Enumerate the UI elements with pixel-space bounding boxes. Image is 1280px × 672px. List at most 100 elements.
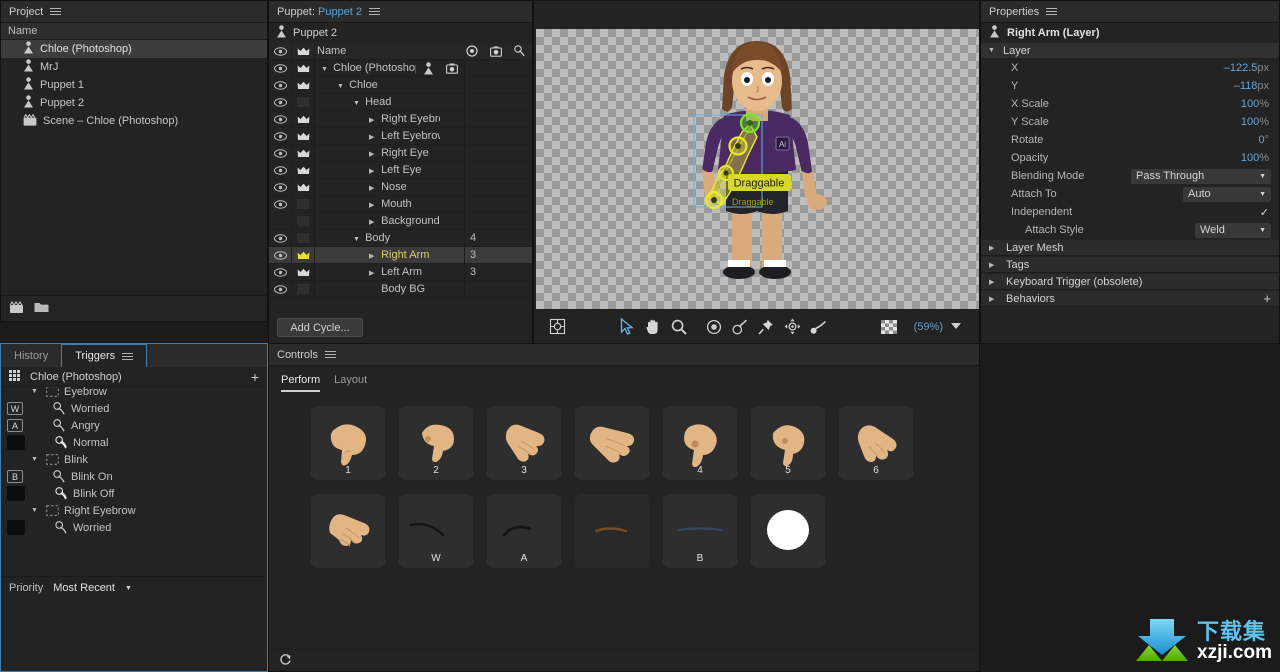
crosshair-icon[interactable] bbox=[460, 45, 484, 57]
triggers-list[interactable]: ▼ Eyebrow W Worried A Angry Normal ▼ Blink B Blink… bbox=[1, 387, 267, 577]
chevron-down-icon[interactable]: ▼ bbox=[31, 388, 40, 395]
properties-section-header[interactable]: ▶ Layer Mesh bbox=[981, 239, 1279, 256]
priority-value[interactable]: Most Recent bbox=[53, 582, 115, 594]
eye-visibility-icon[interactable] bbox=[269, 165, 291, 175]
project-menu-icon[interactable] bbox=[50, 6, 62, 17]
control-tile[interactable] bbox=[575, 406, 649, 480]
chevron-down-icon[interactable]: ▼ bbox=[31, 507, 40, 514]
dragger-tool-icon[interactable] bbox=[779, 315, 805, 339]
eye-visibility-icon[interactable] bbox=[269, 199, 291, 209]
control-tile[interactable]: B bbox=[663, 494, 737, 568]
puppet-tree-row[interactable]: ▶ Left Eyebrow bbox=[269, 128, 532, 145]
puppet-tree-row[interactable]: ▼ Head bbox=[269, 94, 532, 111]
handle-icon[interactable] bbox=[508, 45, 532, 57]
puppet-tree-row[interactable]: ▶ Right Eyebrow bbox=[269, 111, 532, 128]
properties-section-header[interactable]: ▶ Behaviors + bbox=[981, 290, 1279, 307]
eye-visibility-icon[interactable] bbox=[269, 131, 291, 141]
origin-icon[interactable] bbox=[544, 315, 570, 339]
control-tile[interactable]: 4 bbox=[663, 406, 737, 480]
add-cycle-button[interactable]: Add Cycle... bbox=[277, 318, 363, 337]
layer-swatch-icon[interactable] bbox=[291, 230, 315, 246]
trigger-key-badge[interactable]: A bbox=[7, 419, 23, 432]
puppet-root-row[interactable]: Puppet 2 bbox=[269, 23, 532, 43]
crown-icon[interactable] bbox=[291, 247, 315, 263]
trigger-row[interactable]: B Blink On bbox=[1, 468, 267, 485]
properties-section-header[interactable]: ▶ Keyboard Trigger (obsolete) bbox=[981, 273, 1279, 290]
eye-visibility-icon[interactable] bbox=[269, 80, 291, 90]
chevron-down-icon[interactable]: ▼ bbox=[321, 66, 330, 73]
magnifier-zoom-icon[interactable] bbox=[666, 315, 692, 339]
transparency-grid-icon[interactable] bbox=[876, 315, 902, 339]
trigger-key-empty-slot[interactable] bbox=[7, 520, 25, 535]
control-tile[interactable] bbox=[751, 494, 825, 568]
trigger-key-badge[interactable]: W bbox=[7, 402, 23, 415]
control-tile[interactable]: W bbox=[399, 494, 473, 568]
attach-style-select[interactable]: Weld ▼ bbox=[1195, 222, 1271, 238]
layer-swatch-icon[interactable] bbox=[291, 94, 315, 110]
property-value[interactable]: 100% bbox=[1131, 98, 1279, 110]
puppet-tree-row[interactable]: ▶ Background bbox=[269, 213, 532, 230]
chevron-right-icon[interactable]: ▶ bbox=[369, 133, 378, 141]
puppet-tree-row[interactable]: ▼ Chloe bbox=[269, 77, 532, 94]
trigger-row[interactable]: ▼ Eyebrow bbox=[1, 387, 267, 400]
puppet-stage[interactable]: Ai Draggable Draggable bbox=[536, 29, 979, 311]
dangle-tool-icon[interactable] bbox=[727, 315, 753, 339]
property-value[interactable]: 100% bbox=[1131, 116, 1279, 128]
eye-visibility-icon[interactable] bbox=[269, 97, 291, 107]
add-behavior-button[interactable]: + bbox=[1263, 291, 1271, 306]
eye-visibility-icon[interactable] bbox=[269, 284, 291, 294]
eye-visibility-icon[interactable] bbox=[269, 63, 291, 73]
chevron-down-icon[interactable]: ▼ bbox=[353, 236, 362, 243]
crown-icon[interactable] bbox=[291, 77, 315, 93]
sync-refresh-icon[interactable] bbox=[279, 653, 292, 669]
chevron-right-icon[interactable]: ▶ bbox=[369, 218, 378, 226]
control-tile[interactable]: 3 bbox=[487, 406, 561, 480]
attach-to-select[interactable]: Auto ▼ bbox=[1183, 186, 1271, 202]
eye-visibility-icon[interactable] bbox=[269, 148, 291, 158]
project-item[interactable]: MrJ bbox=[1, 58, 267, 76]
project-item[interactable]: Puppet 2 bbox=[1, 94, 267, 112]
trigger-row[interactable]: A Angry bbox=[1, 417, 267, 434]
zoom-level-label[interactable]: (59%) bbox=[914, 321, 943, 333]
add-trigger-button[interactable]: + bbox=[251, 369, 259, 385]
puppet-tree-row[interactable]: ▶ Right Eye bbox=[269, 145, 532, 162]
puppet-tree-row[interactable]: ▶ Mouth bbox=[269, 196, 532, 213]
grid-icon[interactable] bbox=[9, 369, 23, 384]
control-tile[interactable]: 6 bbox=[839, 406, 913, 480]
new-folder-icon[interactable] bbox=[34, 301, 49, 316]
controls-menu-icon[interactable] bbox=[324, 349, 336, 360]
new-scene-icon[interactable] bbox=[9, 300, 24, 317]
crown-icon[interactable] bbox=[291, 111, 315, 127]
trigger-row[interactable]: Normal bbox=[1, 434, 267, 451]
layer-section-header[interactable]: ▼ Layer bbox=[981, 42, 1279, 59]
puppet-tree-row[interactable]: ▼ Body 4 bbox=[269, 230, 532, 247]
control-tile[interactable]: 5 bbox=[751, 406, 825, 480]
crown-icon[interactable] bbox=[291, 179, 315, 195]
puppet-tree-row[interactable]: Body BG bbox=[269, 281, 532, 298]
properties-menu-icon[interactable] bbox=[1046, 6, 1058, 17]
chevron-right-icon[interactable]: ▶ bbox=[369, 184, 378, 192]
camera-icon[interactable] bbox=[440, 63, 464, 74]
tab-triggers[interactable]: Triggers bbox=[61, 344, 148, 367]
chevron-down-icon[interactable]: ▼ bbox=[337, 83, 346, 90]
property-value[interactable]: 0° bbox=[1131, 134, 1279, 146]
tab-history[interactable]: History bbox=[1, 344, 61, 367]
eye-visibility-icon[interactable] bbox=[269, 267, 291, 277]
property-value[interactable]: –122.5px bbox=[1131, 62, 1279, 74]
puppet-tree-row[interactable]: ▶ Left Arm 3 bbox=[269, 264, 532, 281]
control-tile[interactable]: A bbox=[487, 494, 561, 568]
layer-swatch-icon[interactable] bbox=[291, 281, 315, 297]
layer-swatch-icon[interactable] bbox=[291, 213, 315, 229]
chevron-right-icon[interactable]: ▶ bbox=[369, 201, 378, 209]
trigger-key-badge[interactable]: B bbox=[7, 470, 23, 483]
trigger-row[interactable]: Blink Off bbox=[1, 485, 267, 502]
crown-icon[interactable] bbox=[291, 145, 315, 161]
control-tile[interactable] bbox=[311, 494, 385, 568]
property-value[interactable]: 100% bbox=[1131, 152, 1279, 164]
project-item[interactable]: Puppet 1 bbox=[1, 76, 267, 94]
independent-checkbox[interactable]: ✓ bbox=[1260, 206, 1279, 219]
chevron-down-icon[interactable]: ▼ bbox=[125, 585, 132, 592]
crown-icon[interactable] bbox=[291, 162, 315, 178]
puppet-tree-row[interactable]: ▶ Left Eye bbox=[269, 162, 532, 179]
tab-perform[interactable]: Perform bbox=[281, 374, 321, 392]
